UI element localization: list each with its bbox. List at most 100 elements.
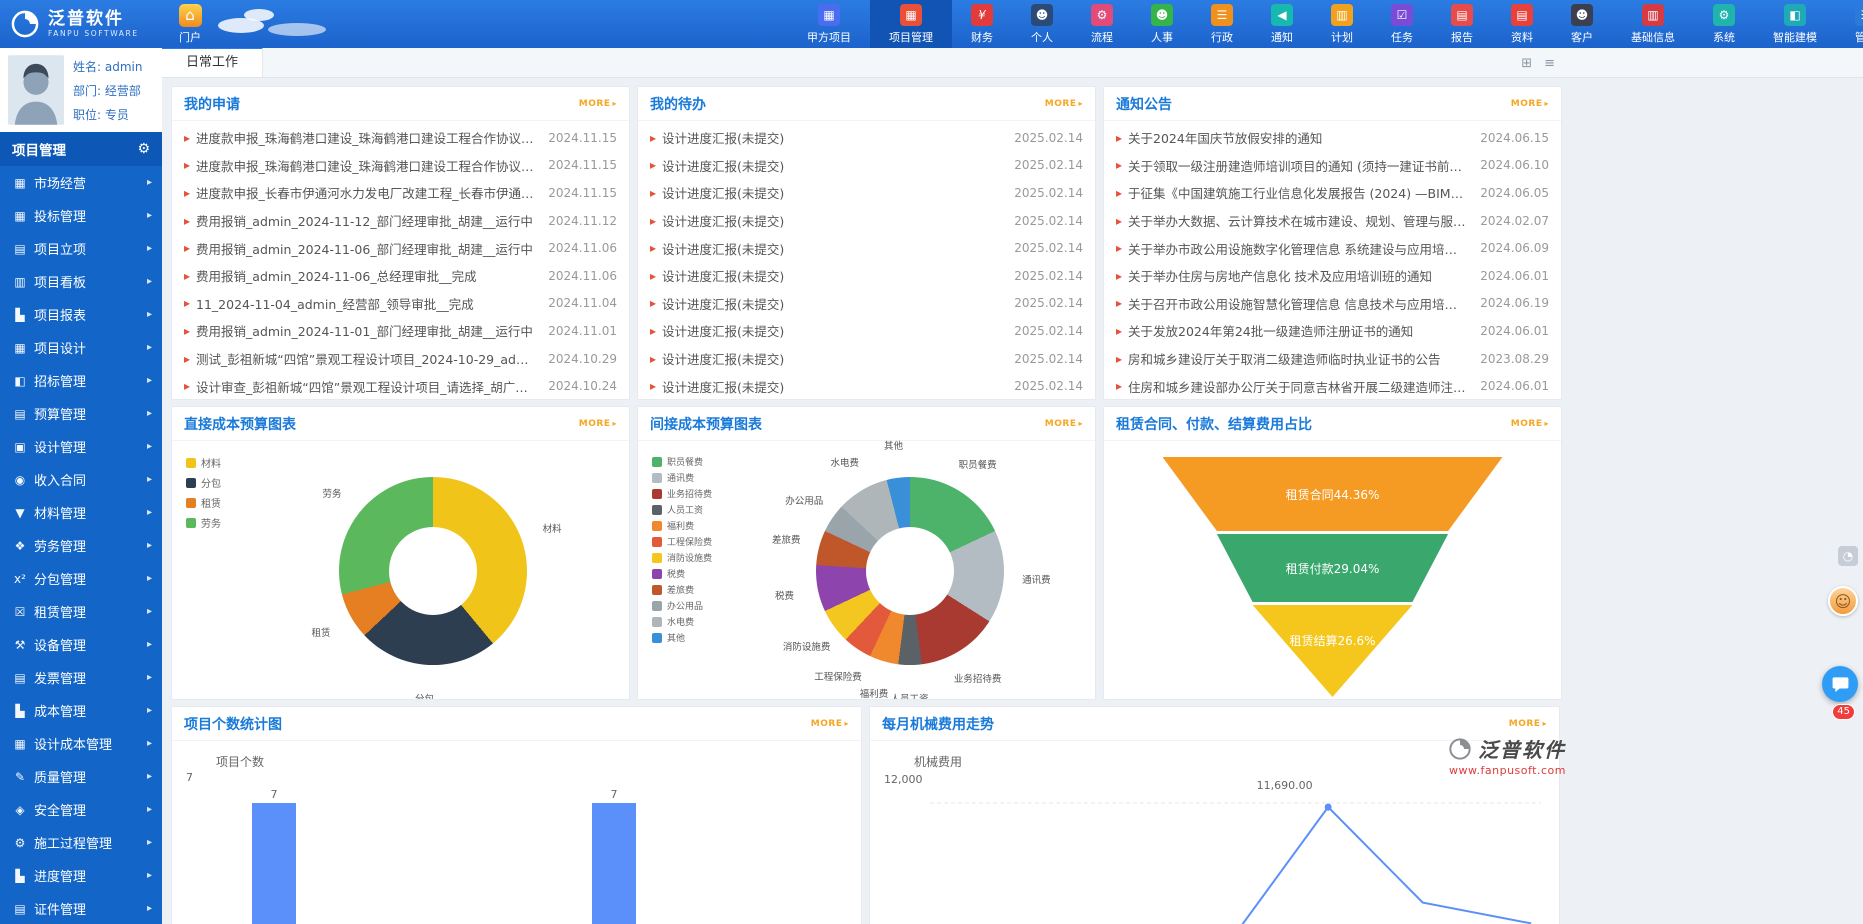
request-item[interactable]: 费用报销_admin_2024-11-06_部门经理审批_胡建__运行中 202… bbox=[172, 234, 629, 262]
menu-item-icon: ▙ bbox=[10, 308, 30, 322]
notice-item[interactable]: 关于举办住房与房地产信息化 技术及应用培训班的通知 2024.06.01 bbox=[1104, 262, 1561, 290]
top-nav-item[interactable]: ◧ 智能建模 bbox=[1754, 0, 1836, 48]
nav-item-portal[interactable]: ⌂ 门户 bbox=[162, 4, 218, 45]
sidebar-menu-item[interactable]: ▼ 材料管理 ▸ bbox=[0, 496, 162, 529]
top-nav-item[interactable]: ☻ 人事 bbox=[1132, 0, 1192, 48]
sidebar-menu-item[interactable]: ▙ 成本管理 ▸ bbox=[0, 694, 162, 727]
lease-funnel-panel: 租赁合同、付款、结算费用占比 MORE 租赁合同44.36%租赁付款29.04%… bbox=[1103, 406, 1562, 700]
menu-list-icon[interactable]: ≡ bbox=[1544, 56, 1555, 71]
sidebar-menu-item[interactable]: ⚙ 施工过程管理 ▸ bbox=[0, 826, 162, 859]
sidebar-menu-item[interactable]: ◈ 安全管理 ▸ bbox=[0, 793, 162, 826]
chevron-right-icon: ▸ bbox=[143, 804, 152, 815]
todo-item[interactable]: 设计进度汇报(未提交) 2025.02.14 bbox=[638, 234, 1095, 262]
top-nav-item[interactable]: ▦ 项目管理 bbox=[870, 0, 952, 48]
top-nav-item[interactable]: ◀ 通知 bbox=[1252, 0, 1312, 48]
sidebar-menu-item[interactable]: ☒ 租赁管理 ▸ bbox=[0, 595, 162, 628]
sidebar-menu-item[interactable]: ▦ 项目设计 ▸ bbox=[0, 331, 162, 364]
top-nav-label: 人事 bbox=[1151, 29, 1173, 45]
top-nav-item[interactable]: ▤ 报告 bbox=[1432, 0, 1492, 48]
todo-item[interactable]: 设计进度汇报(未提交) 2025.02.14 bbox=[638, 124, 1095, 152]
sidebar-menu-item[interactable]: ▙ 进度管理 ▸ bbox=[0, 859, 162, 892]
logo-title: 泛普软件 bbox=[48, 10, 139, 29]
more-button[interactable]: MORE bbox=[1045, 419, 1083, 429]
request-item[interactable]: 进度款申报_珠海鹤港口建设_珠海鹤港口建设工程合作协议书_admin_... 2… bbox=[172, 152, 629, 180]
sidebar-menu-item[interactable]: ▤ 证件管理 ▸ bbox=[0, 892, 162, 924]
notice-item[interactable]: 关于发放2024年第24批一级建造师注册证书的通知 2024.06.01 bbox=[1104, 317, 1561, 345]
request-item[interactable]: 费用报销_admin_2024-11-06_总经理审批__完成 2024.11.… bbox=[172, 262, 629, 290]
sidebar-menu-item[interactable]: ◧ 招标管理 ▸ bbox=[0, 364, 162, 397]
todo-item[interactable]: 设计进度汇报(未提交) 2025.02.14 bbox=[638, 262, 1095, 290]
sidebar-menu-item[interactable]: ▦ 设计成本管理 ▸ bbox=[0, 727, 162, 760]
top-nav-item[interactable]: ⚙ 系统 bbox=[1694, 0, 1754, 48]
sidebar-menu-item[interactable]: ▦ 投标管理 ▸ bbox=[0, 199, 162, 232]
more-button[interactable]: MORE bbox=[1511, 99, 1549, 109]
top-nav-item[interactable]: ☰ 管理 bbox=[1836, 0, 1863, 48]
more-button[interactable]: MORE bbox=[579, 419, 617, 429]
menu-item-label: 项目立项 bbox=[34, 239, 143, 258]
top-nav-label: 资料 bbox=[1511, 29, 1533, 45]
sidebar-menu-item[interactable]: ▦ 市场经营 ▸ bbox=[0, 166, 162, 199]
sidebar-menu-item[interactable]: ▤ 项目立项 ▸ bbox=[0, 232, 162, 265]
more-button[interactable]: MORE bbox=[579, 99, 617, 109]
grid-layout-icon[interactable]: ⊞ bbox=[1521, 56, 1532, 71]
more-button[interactable]: MORE bbox=[1509, 719, 1547, 729]
top-nav-item[interactable]: ☰ 行政 bbox=[1192, 0, 1252, 48]
chat-bubble-icon bbox=[1831, 675, 1850, 694]
tab-daily-work[interactable]: 日常工作 bbox=[162, 47, 263, 77]
top-nav-label: 个人 bbox=[1031, 29, 1053, 45]
sidebar-menu-item[interactable]: ▤ 发票管理 ▸ bbox=[0, 661, 162, 694]
notice-item[interactable]: 关于举办市政公用设施数字化管理信息 系统建设与应用培训班的通知 2024.06.… bbox=[1104, 234, 1561, 262]
settings-gear-icon[interactable]: ⚙ bbox=[137, 141, 150, 157]
notice-item[interactable]: 关于领取一级注册建造师培训项目的通知 (须持一建证书前来领取) 2024.06.… bbox=[1104, 152, 1561, 180]
notice-item[interactable]: 关于2024年国庆节放假安排的通知 2024.06.15 bbox=[1104, 124, 1561, 152]
dashboard-content: 我的申请 MORE 进度款申报_珠海鹤港口建设_珠海鹤港口建设工程合作协议书_a… bbox=[162, 78, 1863, 924]
more-button[interactable]: MORE bbox=[1045, 99, 1083, 109]
sidebar-menu-item[interactable]: ▤ 预算管理 ▸ bbox=[0, 397, 162, 430]
notice-item[interactable]: 房和城乡建设厅关于取消二级建造师临时执业证书的公告 2023.08.29 bbox=[1104, 345, 1561, 373]
top-nav-item[interactable]: ☻ 个人 bbox=[1012, 0, 1072, 48]
top-nav-item[interactable]: ▥ 基础信息 bbox=[1612, 0, 1694, 48]
sidebar-menu-item[interactable]: ▙ 项目报表 ▸ bbox=[0, 298, 162, 331]
sidebar-menu-item[interactable]: ◉ 收入合同 ▸ bbox=[0, 463, 162, 496]
top-nav-item[interactable]: ⚙ 流程 bbox=[1072, 0, 1132, 48]
service-avatar-icon[interactable]: ☺ bbox=[1828, 586, 1858, 616]
menu-item-label: 劳务管理 bbox=[34, 536, 143, 555]
sidebar-menu-item[interactable]: ⚒ 设备管理 ▸ bbox=[0, 628, 162, 661]
more-button[interactable]: MORE bbox=[1511, 419, 1549, 429]
more-button[interactable]: MORE bbox=[811, 719, 849, 729]
notice-item[interactable]: 关于召开市政公用设施智慧化管理信息 信息技术与应用培训班的通知 2024.06.… bbox=[1104, 290, 1561, 318]
todo-item[interactable]: 设计进度汇报(未提交) 2025.02.14 bbox=[638, 290, 1095, 318]
item-text: 关于举办大数据、云计算技术在城市建设、规划、管理与服务中的应用培训班... bbox=[1128, 211, 1468, 230]
todo-item[interactable]: 设计进度汇报(未提交) 2025.02.14 bbox=[638, 372, 1095, 400]
todo-item[interactable]: 设计进度汇报(未提交) 2025.02.14 bbox=[638, 179, 1095, 207]
notice-item[interactable]: 于征集《中国建筑施工行业信息化发展报告 (2024) —BIM应用与发展》材料.… bbox=[1104, 179, 1561, 207]
chat-badge[interactable]: 45 bbox=[1832, 704, 1855, 720]
notice-item[interactable]: 关于举办大数据、云计算技术在城市建设、规划、管理与服务中的应用培训班... 20… bbox=[1104, 207, 1561, 235]
request-item[interactable]: 费用报销_admin_2024-11-01_部门经理审批_胡建__运行中 202… bbox=[172, 317, 629, 345]
chat-button[interactable] bbox=[1822, 666, 1858, 702]
sidebar-menu-item[interactable]: ❖ 劳务管理 ▸ bbox=[0, 529, 162, 562]
top-nav-item[interactable]: ▦ 甲方项目 bbox=[788, 0, 870, 48]
request-item[interactable]: 进度款申报_长春市伊通河水力发电厂改建工程_长春市伊通河水力发电... 2024… bbox=[172, 179, 629, 207]
todo-item[interactable]: 设计进度汇报(未提交) 2025.02.14 bbox=[638, 152, 1095, 180]
request-item[interactable]: 设计审查_彭祖新城“四馆”景观工程设计项目_请选择_胡广生_2024-10-2.… bbox=[172, 372, 629, 400]
quick-widget-icon[interactable]: ◔ bbox=[1838, 546, 1858, 566]
request-item[interactable]: 进度款申报_珠海鹤港口建设_珠海鹤港口建设工程合作协议书_admin_... 2… bbox=[172, 124, 629, 152]
todo-item[interactable]: 设计进度汇报(未提交) 2025.02.14 bbox=[638, 207, 1095, 235]
sidebar-menu-item[interactable]: ✎ 质量管理 ▸ bbox=[0, 760, 162, 793]
top-nav-item[interactable]: ▤ 资料 bbox=[1492, 0, 1552, 48]
notice-item[interactable]: 住房和城乡建设部办公厅关于同意吉林省开展二级建造师注册证书电子化试点... 20… bbox=[1104, 372, 1561, 400]
todo-item[interactable]: 设计进度汇报(未提交) 2025.02.14 bbox=[638, 345, 1095, 373]
sidebar-menu-item[interactable]: ▥ 项目看板 ▸ bbox=[0, 265, 162, 298]
sidebar-menu-item[interactable]: ▣ 设计管理 ▸ bbox=[0, 430, 162, 463]
todo-item[interactable]: 设计进度汇报(未提交) 2025.02.14 bbox=[638, 317, 1095, 345]
top-nav-item[interactable]: ☻ 客户 bbox=[1552, 0, 1612, 48]
request-item[interactable]: 测试_彭祖新城“四馆”景观工程设计项目_2024-10-29_admin_结束_… bbox=[172, 345, 629, 373]
sidebar-menu-item[interactable]: x² 分包管理 ▸ bbox=[0, 562, 162, 595]
top-nav-item[interactable]: ¥ 财务 bbox=[952, 0, 1012, 48]
top-nav-item[interactable]: ☑ 任务 bbox=[1372, 0, 1432, 48]
item-bullet-icon bbox=[650, 269, 656, 283]
request-item[interactable]: 11_2024-11-04_admin_经营部_领导审批__完成 2024.11… bbox=[172, 290, 629, 318]
top-nav-item[interactable]: ▥ 计划 bbox=[1312, 0, 1372, 48]
request-item[interactable]: 费用报销_admin_2024-11-12_部门经理审批_胡建__运行中 202… bbox=[172, 207, 629, 235]
